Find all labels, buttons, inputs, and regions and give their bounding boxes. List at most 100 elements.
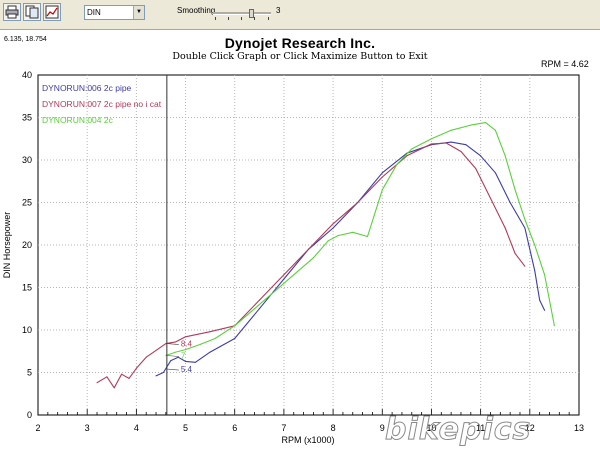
series-2-point — [406, 155, 408, 157]
series-1-point — [544, 309, 546, 311]
series-3-point — [494, 129, 496, 131]
y-tick-label: 5 — [27, 368, 32, 378]
series-2-point — [145, 356, 147, 358]
x-axis-label: RPM (x1000) — [281, 435, 334, 445]
series-2-point — [524, 265, 526, 267]
series-2-point — [209, 331, 211, 333]
series-3-point — [553, 325, 555, 327]
series-3-point — [253, 308, 255, 310]
series-3-point — [544, 274, 546, 276]
series-3-point — [185, 349, 186, 351]
legend-entry: DYNORUN:007 2c pipe no i cat — [42, 99, 162, 109]
y-tick-label: 20 — [22, 240, 32, 250]
series-2-point — [258, 299, 260, 301]
series-3-point — [450, 129, 452, 131]
series-2-point — [308, 248, 309, 250]
legend-entry: DYNORUN:006 2c pipe — [42, 83, 132, 93]
x-tick-label: 8 — [331, 423, 336, 433]
x-tick-label: 6 — [232, 423, 237, 433]
cursor-value-label: 7 — [181, 352, 186, 361]
series-1-point — [480, 155, 482, 157]
series-3-point — [293, 274, 295, 276]
series-1-point — [465, 144, 467, 146]
x-tick-label: 13 — [574, 423, 584, 433]
series-3-point — [199, 343, 201, 345]
series-3-point — [485, 122, 487, 124]
series-2-point — [165, 343, 167, 345]
x-tick-label: 5 — [183, 423, 188, 433]
cursor-value-label: 5.4 — [181, 365, 193, 374]
series-3-point — [352, 231, 354, 233]
series-3-point — [337, 235, 339, 237]
series-1-point — [185, 360, 186, 362]
series-1-point — [177, 356, 179, 358]
series-2-point — [106, 376, 108, 378]
series-1-point — [509, 202, 511, 203]
series-2-point — [185, 336, 186, 338]
x-tick-label: 2 — [35, 423, 40, 433]
series-1-point — [524, 227, 526, 229]
legend-entry: DYNORUN:004 2c — [42, 115, 114, 125]
series-2-point — [357, 202, 359, 203]
series-2-point — [332, 223, 334, 225]
series-1-point — [155, 375, 157, 377]
series-1-point — [381, 172, 383, 174]
series-3-point — [234, 325, 236, 327]
y-tick-label: 15 — [22, 283, 32, 293]
series-3-point — [514, 189, 516, 191]
y-tick-label: 10 — [22, 325, 32, 335]
series-3-point — [165, 355, 167, 356]
series-2-point — [460, 151, 462, 152]
series-2-point — [128, 377, 130, 379]
series-1-point — [283, 278, 285, 280]
x-tick-label: 4 — [134, 423, 139, 433]
series-3-point — [175, 351, 177, 353]
series-2-point — [175, 341, 177, 343]
y-tick-label: 40 — [22, 70, 32, 80]
y-tick-label: 0 — [27, 410, 32, 420]
series-1-point — [194, 361, 196, 363]
series-3-point — [470, 124, 472, 126]
series-2-point — [96, 382, 98, 384]
series-1-point — [162, 372, 164, 373]
series-2-point — [504, 227, 506, 229]
cursor-value-label: 8.4 — [181, 340, 193, 349]
series-3-point — [504, 155, 506, 157]
series-2-point — [490, 197, 491, 199]
series-3-point — [534, 244, 536, 246]
series-1-point — [332, 227, 334, 229]
series-3-point — [327, 240, 329, 242]
series-3-point — [273, 291, 275, 293]
watermark-logo: bikepics — [384, 412, 532, 448]
series-2-point — [121, 373, 123, 375]
series-3-point — [411, 148, 413, 150]
series-2-point — [475, 168, 477, 169]
y-axis-label: DIN Horsepower — [2, 212, 12, 279]
series-3-point — [396, 163, 398, 165]
series-1-point — [209, 351, 211, 353]
y-tick-label: 25 — [22, 198, 32, 208]
series-1-point — [234, 338, 236, 339]
series-3-point — [524, 219, 526, 220]
series-2-point — [155, 349, 157, 351]
series-2-point — [381, 176, 383, 178]
series-3-point — [431, 138, 432, 140]
series-2-point — [283, 274, 285, 276]
series-3-point — [381, 189, 383, 191]
x-tick-label: 3 — [85, 423, 90, 433]
dyno-chart[interactable]: 2 3 4 5 6 7 8 9 10 11 12 130510152025303540 8.475.4… — [0, 0, 600, 450]
series-2-point — [431, 143, 432, 145]
series-1-point — [170, 360, 172, 362]
series-3-point — [312, 257, 314, 259]
series-2-point — [514, 253, 516, 254]
series-1-point — [258, 308, 260, 310]
y-tick-label: 30 — [22, 155, 32, 165]
series-1-point — [450, 141, 452, 143]
series-2-point — [445, 142, 447, 144]
series-1-point — [494, 172, 496, 174]
series-1-point — [539, 299, 541, 301]
series-2-point — [135, 367, 137, 369]
series-3-point — [367, 236, 368, 237]
series-2-point — [113, 387, 115, 389]
y-tick-label: 35 — [22, 113, 32, 123]
